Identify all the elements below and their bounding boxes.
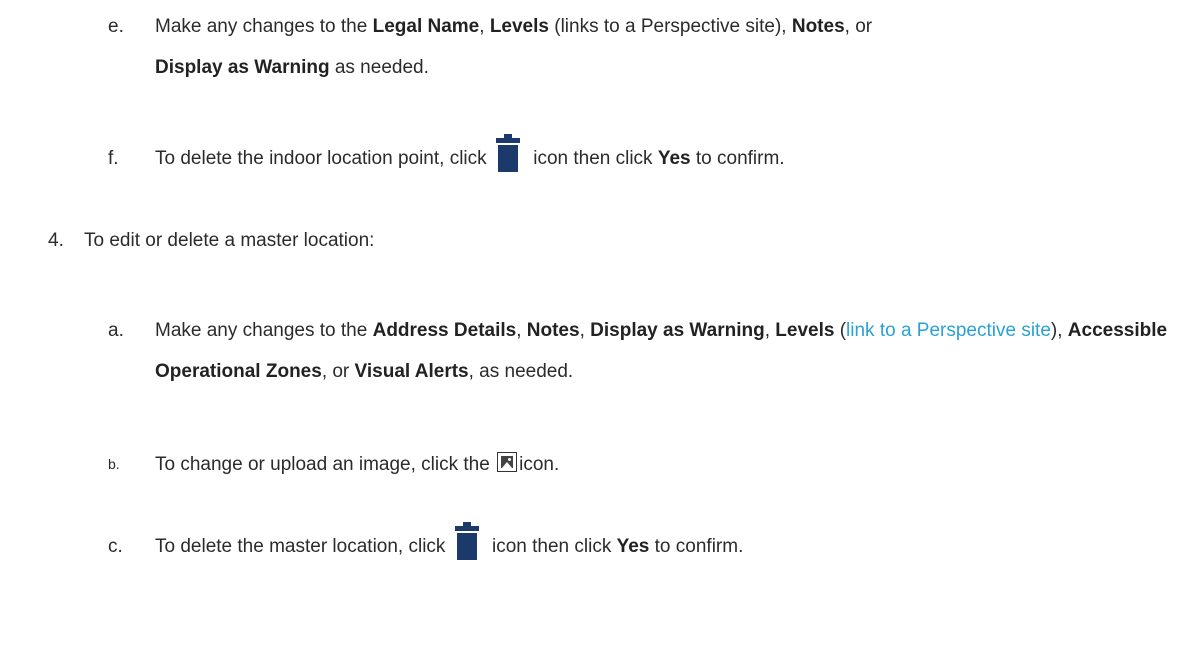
list-item-text: To delete the indoor location point, cli…	[155, 133, 1168, 179]
trash-icon	[495, 133, 520, 172]
bold-term: Display as Warning	[155, 57, 330, 78]
list-marker: a.	[108, 320, 124, 341]
bold-term: Visual Alerts	[354, 361, 469, 382]
list-marker: b.	[108, 456, 120, 472]
list-item-4: 4. To edit or delete a master location:	[48, 220, 1148, 261]
bold-term: Notes	[526, 320, 580, 341]
bold-term: Legal Name	[372, 16, 480, 37]
bold-term: Levels	[775, 320, 835, 341]
bold-term: Yes	[616, 536, 650, 557]
bold-term: Yes	[657, 148, 691, 169]
bold-term: Notes	[791, 16, 845, 37]
bold-term: Address Details	[372, 320, 517, 341]
bold-term: Levels	[489, 16, 549, 37]
list-item-text: To edit or delete a master location:	[84, 230, 375, 251]
list-marker: 4.	[48, 230, 64, 251]
list-item-text: Make any changes to the Legal Name, Leve…	[155, 16, 873, 78]
list-item-text: Make any changes to the Address Details,…	[155, 320, 1168, 382]
list-item-b: b. To change or upload an image, click t…	[108, 444, 1168, 485]
list-marker: f.	[108, 148, 119, 169]
list-item-c: c. To delete the master location, click …	[108, 521, 1168, 567]
list-marker: e.	[108, 16, 124, 37]
bold-term: Display as Warning	[590, 320, 765, 341]
image-icon	[497, 451, 518, 472]
perspective-site-link[interactable]: link to a Perspective site	[846, 320, 1051, 341]
list-item-text: To change or upload an image, click the …	[155, 444, 1168, 485]
list-item-text: To delete the master location, click ico…	[155, 521, 1168, 567]
list-item-e: e. Make any changes to the Legal Name, L…	[108, 6, 1168, 88]
list-item-a: a. Make any changes to the Address Detai…	[108, 310, 1188, 392]
list-marker: c.	[108, 536, 123, 557]
trash-icon	[454, 521, 479, 560]
list-item-f: f. To delete the indoor location point, …	[108, 133, 1168, 179]
